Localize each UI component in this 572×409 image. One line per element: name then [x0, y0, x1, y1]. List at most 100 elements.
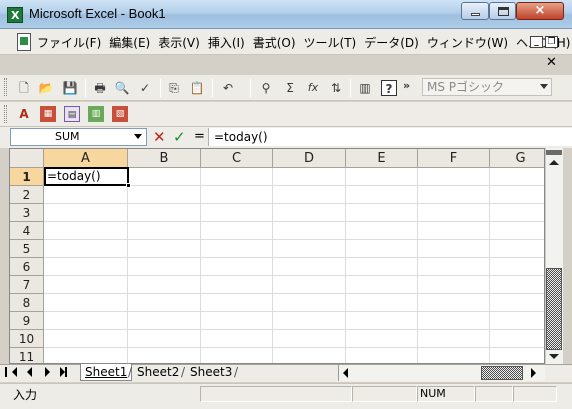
name-box[interactable]: SUM: [10, 128, 147, 146]
first-sheet-icon[interactable]: [5, 367, 17, 377]
chevron-down-icon[interactable]: [540, 84, 548, 89]
column-gridline: [127, 168, 128, 363]
menu-format[interactable]: 書式(O): [253, 34, 296, 51]
scroll-left-icon[interactable]: [343, 368, 348, 378]
addin-icon-5[interactable]: ▧: [112, 106, 128, 122]
row-header-10[interactable]: 10: [10, 330, 44, 348]
row-header-8[interactable]: 8: [10, 294, 44, 312]
menu-window[interactable]: ウィンドウ(W): [427, 34, 508, 51]
row-header-5[interactable]: 5: [10, 240, 44, 258]
column-header-d[interactable]: D: [273, 149, 346, 168]
horizontal-scroll-thumb[interactable]: [481, 366, 523, 380]
column-header-a[interactable]: A: [44, 149, 128, 168]
workbook-restore-button[interactable]: ❐: [545, 36, 558, 48]
menu-view[interactable]: 表示(V): [158, 34, 200, 51]
column-header-e[interactable]: E: [346, 149, 418, 168]
worksheet-grid[interactable]: ABCDEFG 1 2 3 4 5 6 7 8 9 10 11 =today(): [9, 148, 545, 364]
toolbar-grip[interactable]: [4, 78, 7, 96]
scroll-right-icon[interactable]: [531, 368, 536, 378]
hyperlink-icon[interactable]: ⚲: [258, 80, 274, 96]
addin-icon-2[interactable]: ▦: [40, 106, 56, 122]
menu-insert[interactable]: 挿入(I): [208, 34, 245, 51]
addin-icon-1[interactable]: A: [16, 106, 32, 122]
row-header-9[interactable]: 9: [10, 312, 44, 330]
cancel-entry-icon[interactable]: ✕: [153, 128, 166, 146]
row-header-7[interactable]: 7: [10, 276, 44, 294]
row-header-1[interactable]: 1: [10, 168, 44, 186]
insert-function-icon[interactable]: fx: [305, 80, 321, 96]
column-header-g[interactable]: G: [490, 149, 544, 168]
enter-entry-icon[interactable]: ✓: [173, 128, 186, 146]
close-button[interactable]: ×: [516, 2, 564, 20]
row-header-4[interactable]: 4: [10, 222, 44, 240]
tab-sheet1[interactable]: Sheet1: [80, 364, 133, 381]
workbook-minimize-button[interactable]: _: [530, 36, 543, 48]
column-gridline: [200, 168, 201, 363]
status-panel: [513, 386, 557, 402]
column-gridline: [345, 168, 346, 363]
tab-sheet3[interactable]: Sheet3: [186, 364, 236, 381]
scroll-down-icon[interactable]: [549, 354, 559, 359]
active-cell-a1[interactable]: =today(): [44, 167, 129, 186]
row-gridline: [44, 203, 544, 204]
last-sheet-icon[interactable]: [60, 367, 67, 377]
sort-ascending-icon[interactable]: ⇅: [328, 80, 344, 96]
column-header-f[interactable]: F: [418, 149, 490, 168]
row-gridline: [44, 329, 544, 330]
scroll-up-icon[interactable]: [549, 160, 559, 165]
tab-sheet2[interactable]: Sheet2: [133, 364, 183, 381]
row-gridline: [44, 275, 544, 276]
font-name-dropdown[interactable]: MS Pゴシック: [422, 78, 552, 96]
row-header-6[interactable]: 6: [10, 258, 44, 276]
formula-input[interactable]: =today(): [208, 128, 572, 146]
copy-icon[interactable]: ⎘: [166, 80, 182, 96]
spelling-icon[interactable]: ✓: [137, 80, 153, 96]
previous-sheet-icon[interactable]: [27, 367, 32, 377]
autosum-icon[interactable]: Σ: [282, 80, 298, 96]
split-box[interactable]: [546, 150, 562, 155]
menu-items: ファイル(F) 編集(E) 表示(V) 挿入(I) 書式(O) ツール(T) デ…: [37, 34, 570, 51]
column-gridline: [417, 168, 418, 363]
row-gridline: [44, 311, 544, 312]
new-document-icon[interactable]: 🗋: [16, 80, 32, 96]
menu-tools[interactable]: ツール(T): [304, 34, 357, 51]
column-header-c[interactable]: C: [201, 149, 273, 168]
next-sheet-icon[interactable]: [45, 367, 50, 377]
row-header-3[interactable]: 3: [10, 204, 44, 222]
menu-data[interactable]: データ(D): [364, 34, 419, 51]
save-icon[interactable]: 💾: [62, 80, 78, 96]
edit-formula-button[interactable]: =: [194, 129, 205, 144]
open-folder-icon[interactable]: 📂: [38, 80, 54, 96]
menu-edit[interactable]: 編集(E): [109, 34, 150, 51]
status-mode: 入力: [13, 388, 38, 402]
fill-handle[interactable]: [126, 183, 131, 188]
toolbar-separator: [250, 79, 251, 97]
vertical-scroll-thumb[interactable]: [546, 268, 562, 350]
toolbar-separator: [212, 79, 213, 97]
workbook-icon[interactable]: [17, 33, 31, 51]
addin-icon-4[interactable]: ▥: [88, 106, 104, 122]
undo-icon[interactable]: ↶: [220, 80, 236, 96]
chart-wizard-icon[interactable]: ▥: [357, 80, 373, 96]
maximize-button[interactable]: [489, 2, 516, 20]
column-header-b[interactable]: B: [128, 149, 201, 168]
name-box-dropdown-icon[interactable]: [134, 134, 142, 139]
menu-file[interactable]: ファイル(F): [37, 34, 101, 51]
row-gridline: [44, 293, 544, 294]
excel-icon-letter: X: [11, 9, 20, 22]
print-icon[interactable]: 🖶: [92, 80, 108, 96]
paste-icon[interactable]: 📋: [189, 80, 205, 96]
minimize-button[interactable]: [461, 2, 489, 20]
workbook-close-button[interactable]: ✕: [545, 56, 558, 70]
row-header-11[interactable]: 11: [10, 348, 44, 363]
toolbar-options-chevron[interactable]: »: [403, 79, 410, 92]
help-icon[interactable]: ?: [381, 80, 397, 96]
select-all-corner[interactable]: [10, 149, 44, 168]
excel-app-icon[interactable]: X: [7, 7, 23, 23]
toolbar-grip[interactable]: [4, 105, 7, 123]
addin-icon-3[interactable]: ▤: [64, 106, 80, 122]
print-preview-icon[interactable]: 🔍: [114, 80, 130, 96]
row-header-2[interactable]: 2: [10, 186, 44, 204]
minimize-icon: [471, 13, 480, 16]
menu-help[interactable]: ヘルプ(H): [516, 34, 570, 51]
